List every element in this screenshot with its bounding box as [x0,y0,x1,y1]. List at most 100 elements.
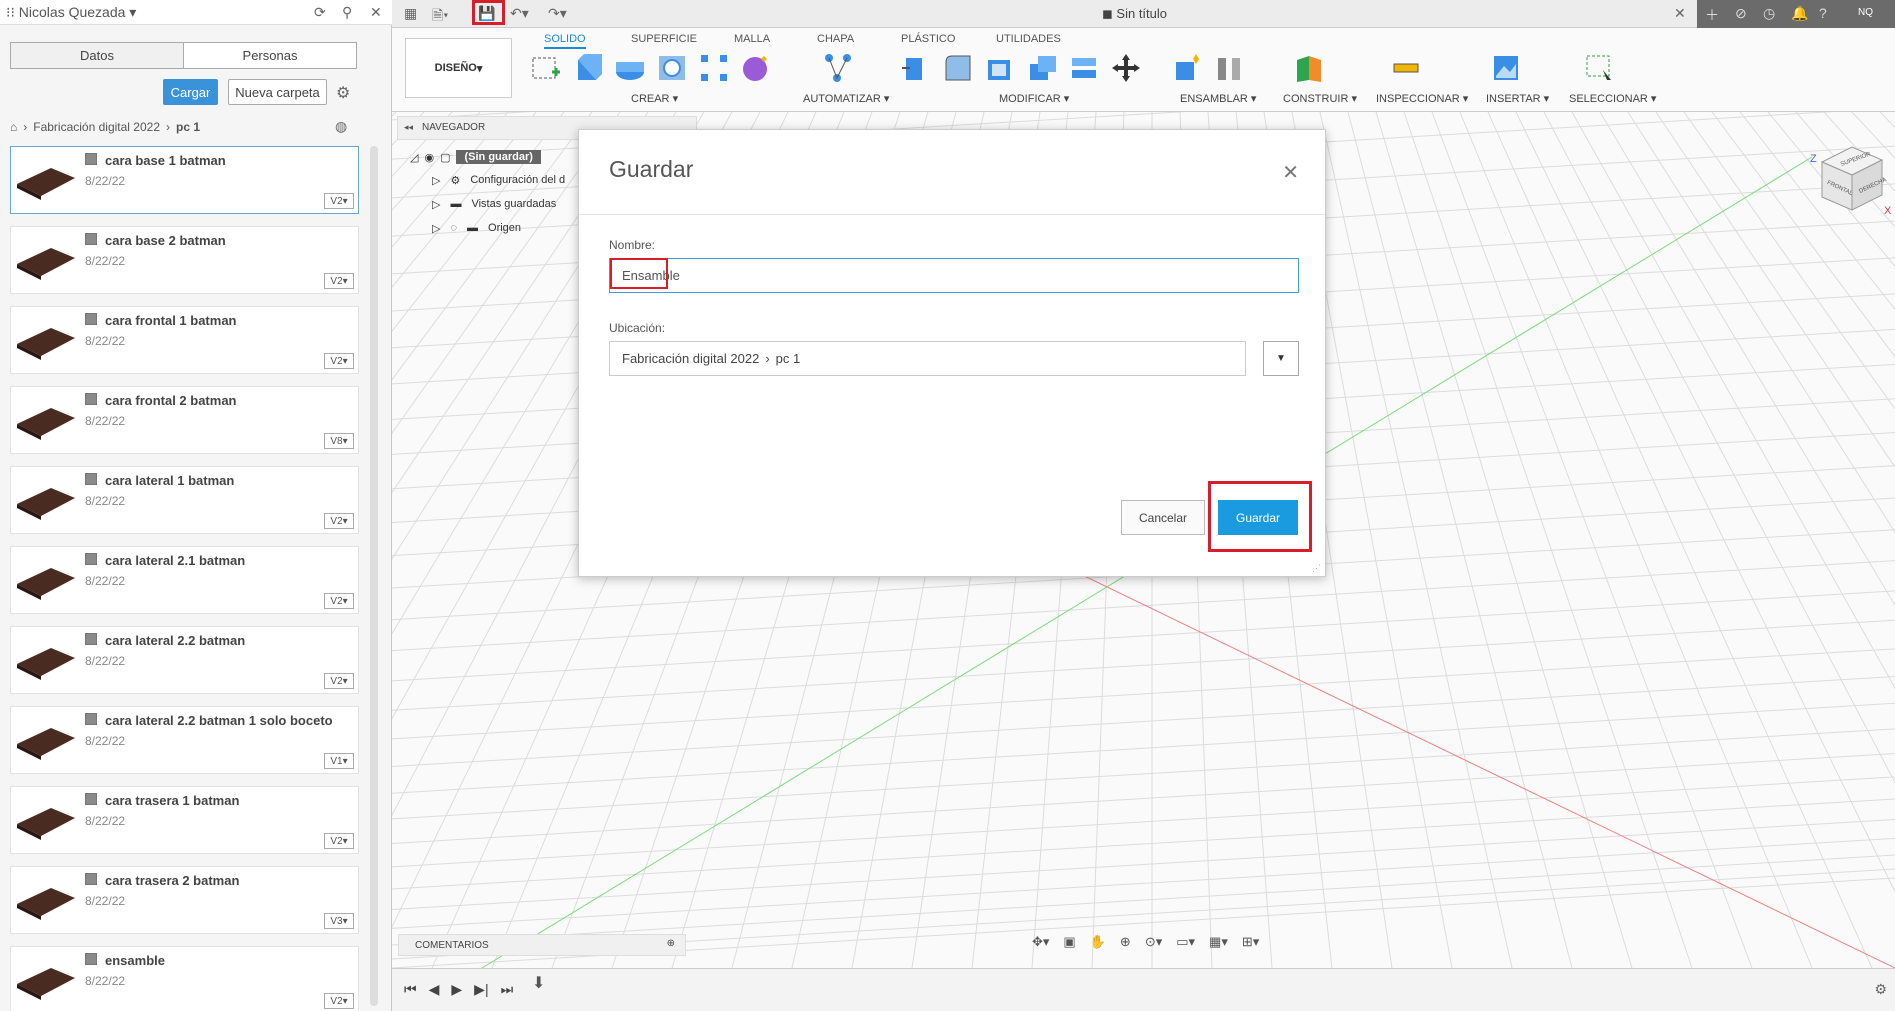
zoom-icon[interactable]: ⊕ [1120,934,1131,950]
version-badge[interactable]: V2 ▾ [324,353,354,369]
comments-panel[interactable]: COMENTARIOS ⊕ [398,934,686,956]
revolve-icon[interactable] [614,52,646,84]
file-card[interactable]: cara base 1 batman 8/22/22 V2 ▾ [10,146,359,214]
select-icon[interactable] [1583,52,1615,84]
tab-personas[interactable]: Personas [184,43,356,68]
workspace-switcher[interactable]: DISEÑO ▾ [405,38,512,98]
file-menu-icon[interactable]: 🗎▾ [432,5,448,29]
upload-button[interactable]: Cargar [163,79,218,105]
file-card[interactable]: cara trasera 1 batman 8/22/22 V2 ▾ [10,786,359,854]
new-tab-icon[interactable]: ＋ [1705,5,1719,25]
expand-icon[interactable]: ▷ [432,174,440,187]
avatar[interactable]: NQ [1858,7,1873,18]
expand-icon[interactable]: ▷ [432,198,440,211]
search-icon[interactable]: ⚲ [342,4,352,21]
create-sketch-icon[interactable] [530,52,562,84]
file-card[interactable]: cara base 2 batman 8/22/22 V2 ▾ [10,226,359,294]
help-icon[interactable]: ? [1819,5,1827,21]
insert-image-icon[interactable] [1490,52,1522,84]
view-cube[interactable]: Z X SUPERIOR FRONTAL DERECHA [1802,132,1892,222]
nav-item-views[interactable]: ▷ ▬ Vistas guardadas [432,198,556,211]
move-icon[interactable] [1110,52,1142,84]
form-icon[interactable] [740,52,772,84]
name-field[interactable] [609,258,1299,293]
collapse-triangle-icon[interactable]: ◿ [410,151,418,164]
user-menu[interactable]: ⁝⁝ Nicolas Quezada ▾ [6,4,136,21]
press-pull-icon[interactable] [900,52,932,84]
tab-chapa[interactable]: CHAPA [817,33,854,45]
version-badge[interactable]: V2 ▾ [324,193,354,209]
job-status-icon[interactable]: ◷ [1763,5,1775,22]
collapse-icon[interactable]: ◂◂ [404,122,413,133]
timeline-marker[interactable]: ⬇ [532,973,545,993]
group-automatizar[interactable]: AUTOMATIZAR ▾ [803,92,889,105]
display-settings-icon[interactable]: ▭▾ [1176,934,1195,950]
redo-icon[interactable]: ↷▾ [548,5,567,22]
pattern-icon[interactable] [698,52,730,84]
add-comment-icon[interactable]: ⊕ [667,938,675,949]
nav-item-settings[interactable]: ▷ ⚙ Configuración del d [432,174,565,187]
version-badge[interactable]: V2 ▾ [324,673,354,689]
version-badge[interactable]: V2 ▾ [324,833,354,849]
grid-settings-icon[interactable]: ▦▾ [1209,934,1228,950]
pan-icon[interactable]: ✋ [1090,934,1106,950]
group-seleccionar[interactable]: SELECCIONAR ▾ [1569,92,1656,105]
settings-gear-icon[interactable]: ⚙ [336,83,350,103]
version-badge[interactable]: V2 ▾ [324,593,354,609]
tab-superficie[interactable]: SUPERFICIE [631,33,697,45]
tab-datos[interactable]: Datos [11,43,184,68]
hidden-eye-icon[interactable]: ◌ [450,222,457,235]
fillet-icon[interactable] [942,52,974,84]
new-folder-button[interactable]: Nueva carpeta [228,79,327,105]
extrude-icon[interactable] [572,52,604,84]
file-card[interactable]: cara trasera 2 batman 8/22/22 V3 ▾ [10,866,359,934]
scrollbar[interactable] [370,146,378,1006]
version-badge[interactable]: V8 ▾ [324,433,354,449]
visibility-eye-icon[interactable]: ◉ [424,151,434,164]
file-card[interactable]: cara lateral 2.2 batman 8/22/22 V2 ▾ [10,626,359,694]
refresh-icon[interactable]: ⟳ [314,4,326,21]
version-badge[interactable]: V3 ▾ [324,913,354,929]
file-card[interactable]: cara lateral 2.2 batman 1 solo boceto 8/2… [10,706,359,774]
file-card[interactable]: ensamble 8/22/22 V2 ▾ [10,946,359,1011]
undo-icon[interactable]: ↶▾ [510,5,529,22]
orbit-icon[interactable]: ✥▾ [1032,934,1049,950]
extensions-icon[interactable]: ⊘ [1735,5,1747,22]
group-ensamblar[interactable]: ENSAMBLAR ▾ [1180,92,1256,105]
automate-icon[interactable] [821,52,853,84]
file-card[interactable]: cara frontal 1 batman 8/22/22 V2 ▾ [10,306,359,374]
group-inspeccionar[interactable]: INSPECCIONAR ▾ [1376,92,1468,105]
version-badge[interactable]: V2 ▾ [324,993,354,1009]
globe-icon[interactable]: ◍ [335,118,347,135]
grid-menu-icon[interactable]: ▦ [404,5,417,22]
nav-root[interactable]: ◿ ◉ ▢ (Sin guardar) [410,150,541,164]
step-forward-icon[interactable]: ▶| [474,981,488,998]
construct-plane-icon[interactable] [1293,52,1325,84]
cancel-button[interactable]: Cancelar [1121,500,1205,535]
fit-icon[interactable]: ⊙▾ [1145,934,1162,950]
combine-icon[interactable] [1026,52,1058,84]
hole-icon[interactable] [656,52,688,84]
expand-icon[interactable]: ▷ [432,222,440,235]
notifications-icon[interactable]: 🔔 [1791,5,1808,22]
version-badge[interactable]: V2 ▾ [324,273,354,289]
tab-solido[interactable]: SOLIDO [544,33,586,49]
close-panel-icon[interactable]: ✕ [370,4,382,21]
step-back-icon[interactable]: ◀ [429,981,440,998]
timeline-settings-icon[interactable]: ⚙ [1874,981,1887,998]
close-icon[interactable]: ✕ [1282,160,1299,185]
tab-utilidades[interactable]: UTILIDADES [996,33,1061,45]
go-to-start-icon[interactable]: ⏮ [404,981,417,998]
group-insertar[interactable]: INSERTAR ▾ [1486,92,1549,105]
group-construir[interactable]: CONSTRUIR ▾ [1283,92,1357,105]
tab-malla[interactable]: MALLA [734,33,770,45]
close-document-icon[interactable]: ✕ [1674,5,1686,22]
home-icon[interactable]: ⌂ [10,120,17,134]
measure-icon[interactable] [1390,52,1422,84]
viewports-icon[interactable]: ⊞▾ [1242,934,1259,950]
breadcrumb-project[interactable]: Fabricación digital 2022 [33,120,160,134]
go-to-end-icon[interactable]: ⏭ [501,981,514,998]
breadcrumb-folder[interactable]: pc 1 [176,120,200,134]
version-badge[interactable]: V2 ▾ [324,513,354,529]
group-modificar[interactable]: MODIFICAR ▾ [999,92,1069,105]
